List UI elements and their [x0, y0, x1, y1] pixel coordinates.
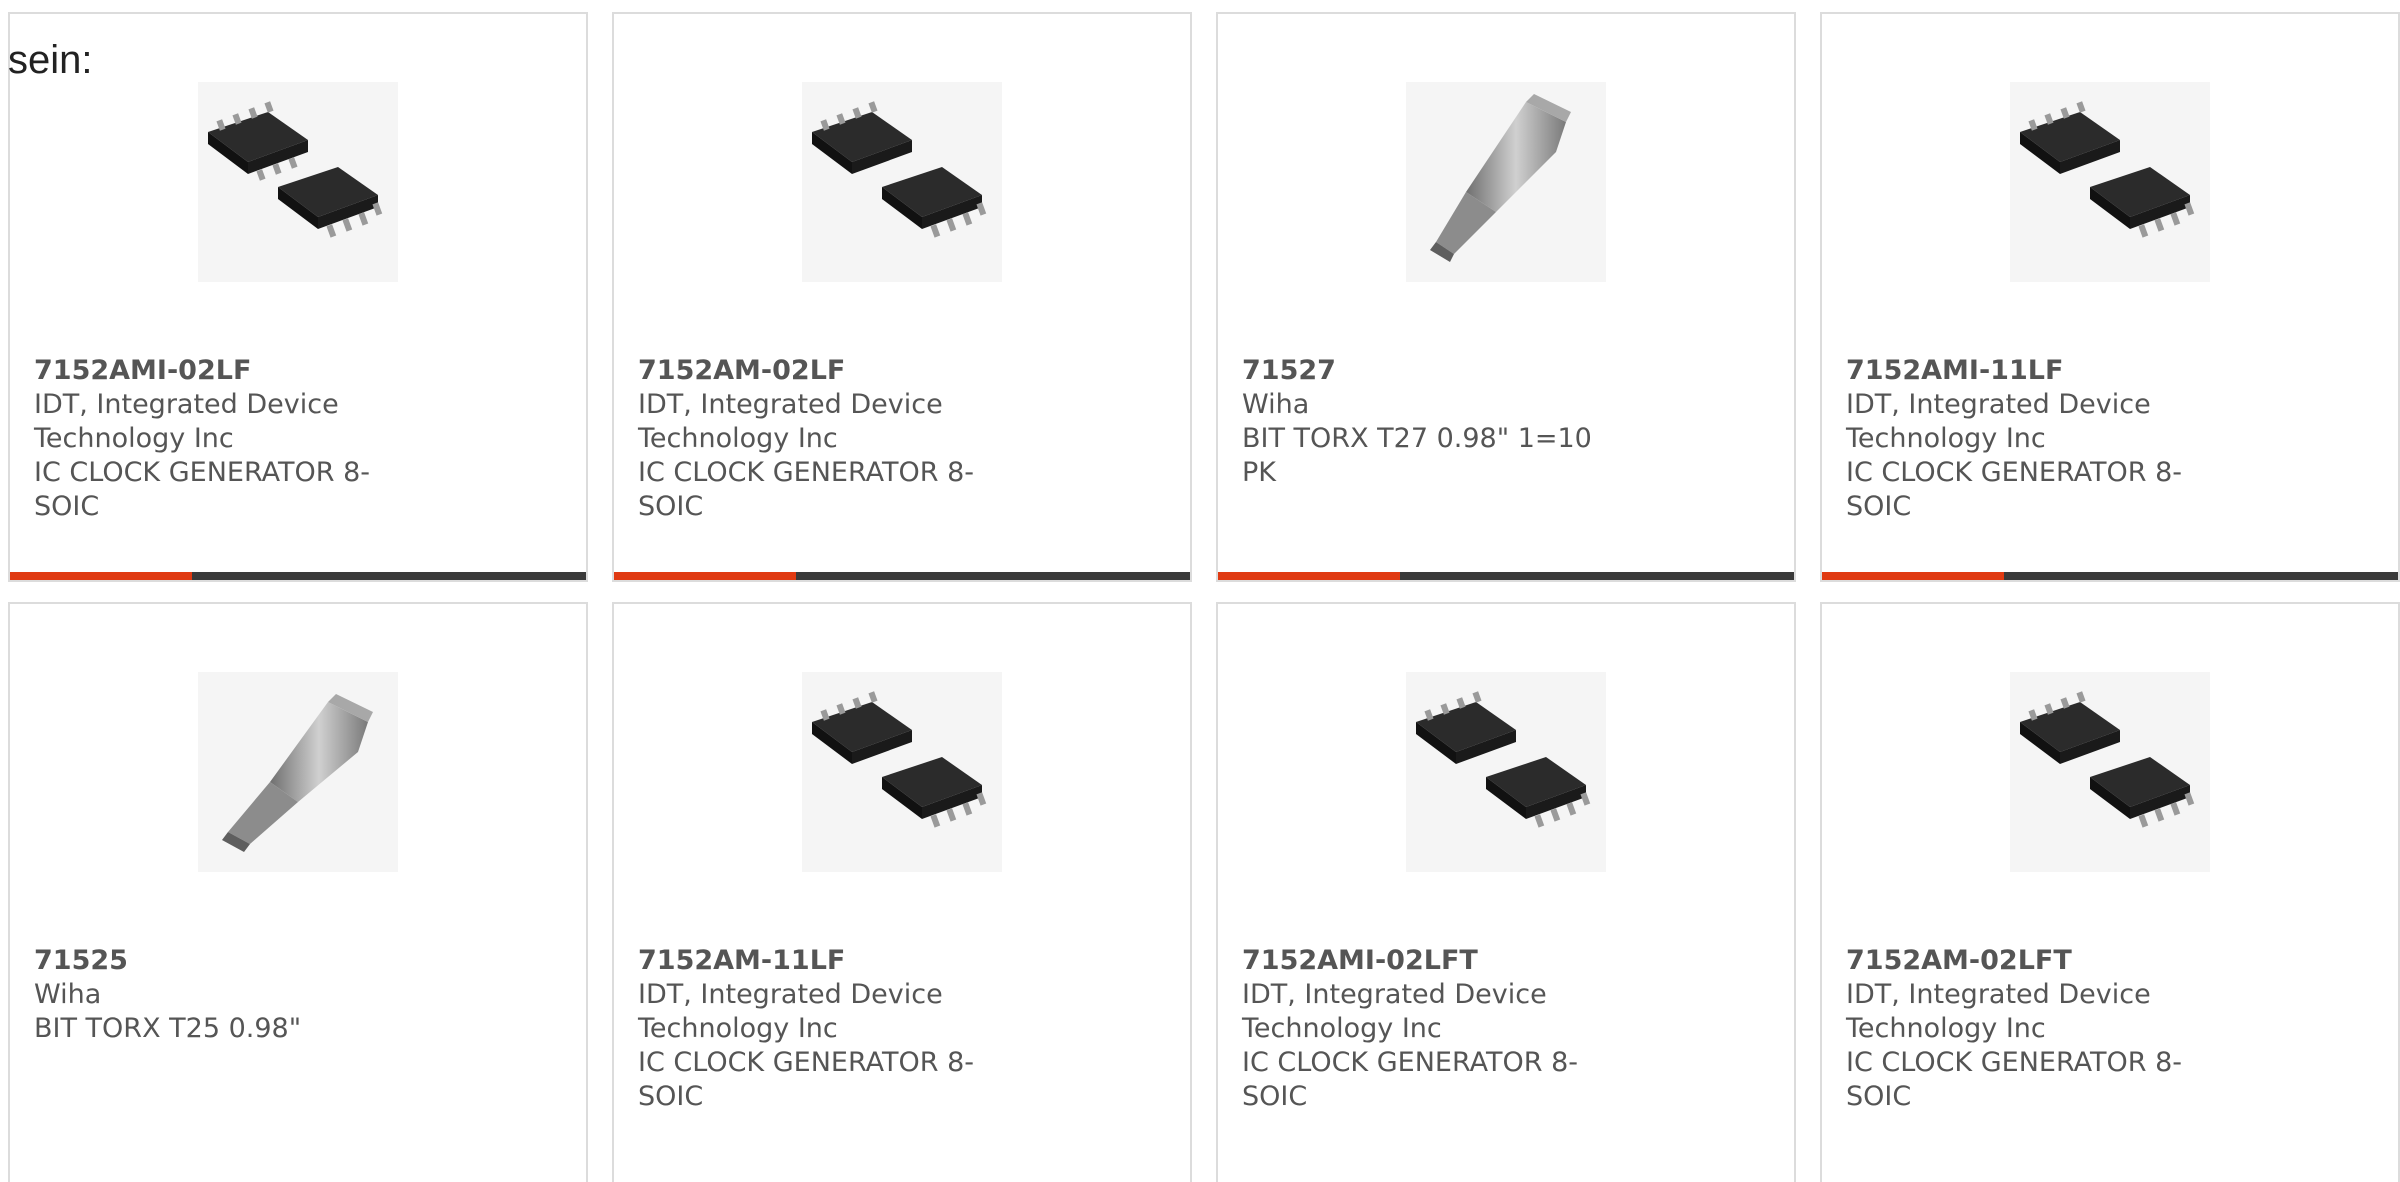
part-number[interactable]: 71527 [1242, 354, 1774, 388]
manufacturer: IDT, Integrated Device Technology Inc [638, 389, 943, 454]
description: IC CLOCK GENERATOR 8-SOIC [34, 457, 371, 522]
card-bottom-bar [1822, 572, 2398, 580]
soic-8-chip-icon [2010, 672, 2210, 872]
soic-8-chip-icon [802, 82, 1002, 282]
soic-8-chip-icon [2010, 82, 2210, 282]
part-number[interactable]: 7152AM-11LF [638, 944, 1170, 978]
torx-bit-icon [198, 672, 398, 872]
product-image[interactable] [802, 672, 1002, 872]
part-number[interactable]: 7152AM-02LF [638, 354, 1170, 388]
manufacturer: IDT, Integrated Device Technology Inc [1242, 979, 1547, 1044]
product-image[interactable] [1406, 82, 1606, 282]
product-info: 7152AMI-02LFT IDT, Integrated Device Tec… [1242, 944, 1774, 1114]
description: IC CLOCK GENERATOR 8-SOIC [1846, 457, 2183, 522]
card-accent-bar [1218, 572, 1400, 580]
product-info: 7152AM-11LF IDT, Integrated Device Techn… [638, 944, 1170, 1114]
description: IC CLOCK GENERATOR 8-SOIC [638, 457, 975, 522]
product-info: 71525 Wiha BIT TORX T25 0.98" [34, 944, 566, 1046]
part-number[interactable]: 7152AMI-11LF [1846, 354, 2378, 388]
product-card[interactable]: 71527 Wiha BIT TORX T27 0.98" 1=10 PK [1216, 12, 1796, 582]
product-info: 7152AM-02LFT IDT, Integrated Device Tech… [1846, 944, 2378, 1114]
product-image[interactable] [198, 82, 398, 282]
product-card[interactable]: 7152AM-11LF IDT, Integrated Device Techn… [612, 602, 1192, 1182]
description: IC CLOCK GENERATOR 8-SOIC [638, 1047, 975, 1112]
product-info: 7152AM-02LF IDT, Integrated Device Techn… [638, 354, 1170, 524]
manufacturer: IDT, Integrated Device Technology Inc [638, 979, 943, 1044]
product-image[interactable] [1406, 672, 1606, 872]
product-card[interactable]: 7152AMI-02LFT IDT, Integrated Device Tec… [1216, 602, 1796, 1182]
part-number[interactable]: 71525 [34, 944, 566, 978]
soic-8-chip-icon [1406, 672, 1606, 872]
card-accent-bar [614, 572, 796, 580]
card-bottom-bar [614, 572, 1190, 580]
product-image[interactable] [802, 82, 1002, 282]
card-accent-bar [1822, 572, 2004, 580]
product-card[interactable]: 7152AM-02LFT IDT, Integrated Device Tech… [1820, 602, 2400, 1182]
product-image[interactable] [198, 672, 398, 872]
product-card[interactable]: 7152AMI-02LF IDT, Integrated Device Tech… [8, 12, 588, 582]
description: BIT TORX T25 0.98" [34, 1013, 302, 1044]
soic-8-chip-icon [802, 672, 1002, 872]
description: BIT TORX T27 0.98" 1=10 PK [1242, 423, 1592, 488]
torx-bit-icon [1406, 82, 1606, 282]
part-number[interactable]: 7152AMI-02LF [34, 354, 566, 388]
product-card[interactable]: 7152AM-02LF IDT, Integrated Device Techn… [612, 12, 1192, 582]
manufacturer: Wiha [1242, 389, 1310, 420]
soic-8-chip-icon [198, 82, 398, 282]
card-bottom-bar [10, 572, 586, 580]
part-number[interactable]: 7152AM-02LFT [1846, 944, 2378, 978]
description: IC CLOCK GENERATOR 8-SOIC [1242, 1047, 1579, 1112]
product-grid: sein: 7152AMI-02LF IDT, Integrated Devic… [0, 0, 2400, 1182]
product-info: 7152AMI-11LF IDT, Integrated Device Tech… [1846, 354, 2378, 524]
part-number[interactable]: 7152AMI-02LFT [1242, 944, 1774, 978]
description: IC CLOCK GENERATOR 8-SOIC [1846, 1047, 2183, 1112]
card-bottom-bar [1218, 572, 1794, 580]
manufacturer: Wiha [34, 979, 102, 1010]
product-info: 7152AMI-02LF IDT, Integrated Device Tech… [34, 354, 566, 524]
product-card[interactable]: 71525 Wiha BIT TORX T25 0.98" [8, 602, 588, 1182]
product-image[interactable] [2010, 82, 2210, 282]
card-accent-bar [10, 572, 192, 580]
manufacturer: IDT, Integrated Device Technology Inc [1846, 389, 2151, 454]
manufacturer: IDT, Integrated Device Technology Inc [1846, 979, 2151, 1044]
product-info: 71527 Wiha BIT TORX T27 0.98" 1=10 PK [1242, 354, 1774, 490]
product-card[interactable]: 7152AMI-11LF IDT, Integrated Device Tech… [1820, 12, 2400, 582]
product-image[interactable] [2010, 672, 2210, 872]
manufacturer: IDT, Integrated Device Technology Inc [34, 389, 339, 454]
intro-text: sein: [8, 38, 93, 82]
